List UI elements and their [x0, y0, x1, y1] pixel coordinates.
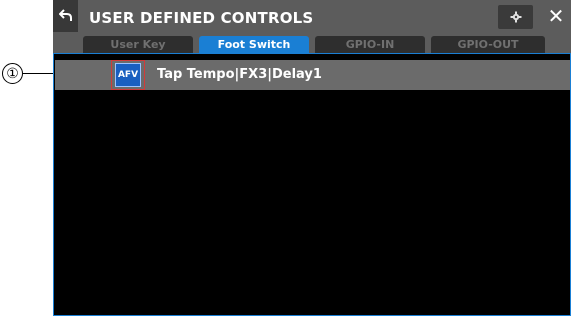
back-button[interactable]	[53, 0, 78, 32]
callout-marker: ①	[2, 63, 23, 84]
tab-gpio-out[interactable]: GPIO-OUT	[431, 36, 545, 53]
afv-button[interactable]: AFV	[115, 63, 141, 87]
title-bar: USER DEFINED CONTROLS ✕	[53, 0, 571, 33]
close-button[interactable]: ✕	[541, 0, 571, 32]
list-item[interactable]: AFV Tap Tempo|FX3|Delay1	[55, 60, 570, 90]
list-item-label: Tap Tempo|FX3|Delay1	[157, 67, 322, 82]
content-panel: AFV Tap Tempo|FX3|Delay1	[53, 53, 571, 316]
settings-button[interactable]	[498, 5, 533, 29]
tab-gpio-in[interactable]: GPIO-IN	[315, 36, 425, 53]
close-icon: ✕	[547, 4, 565, 28]
screen: USER DEFINED CONTROLS ✕ User Key Foot Sw…	[53, 0, 571, 316]
page-title: USER DEFINED CONTROLS	[89, 9, 314, 27]
tab-bar: User Key Foot Switch GPIO-IN GPIO-OUT	[53, 33, 571, 53]
tab-user-key[interactable]: User Key	[83, 36, 193, 53]
back-arrow-icon	[58, 7, 73, 26]
gear-icon	[510, 8, 522, 27]
tab-foot-switch[interactable]: Foot Switch	[199, 36, 309, 53]
